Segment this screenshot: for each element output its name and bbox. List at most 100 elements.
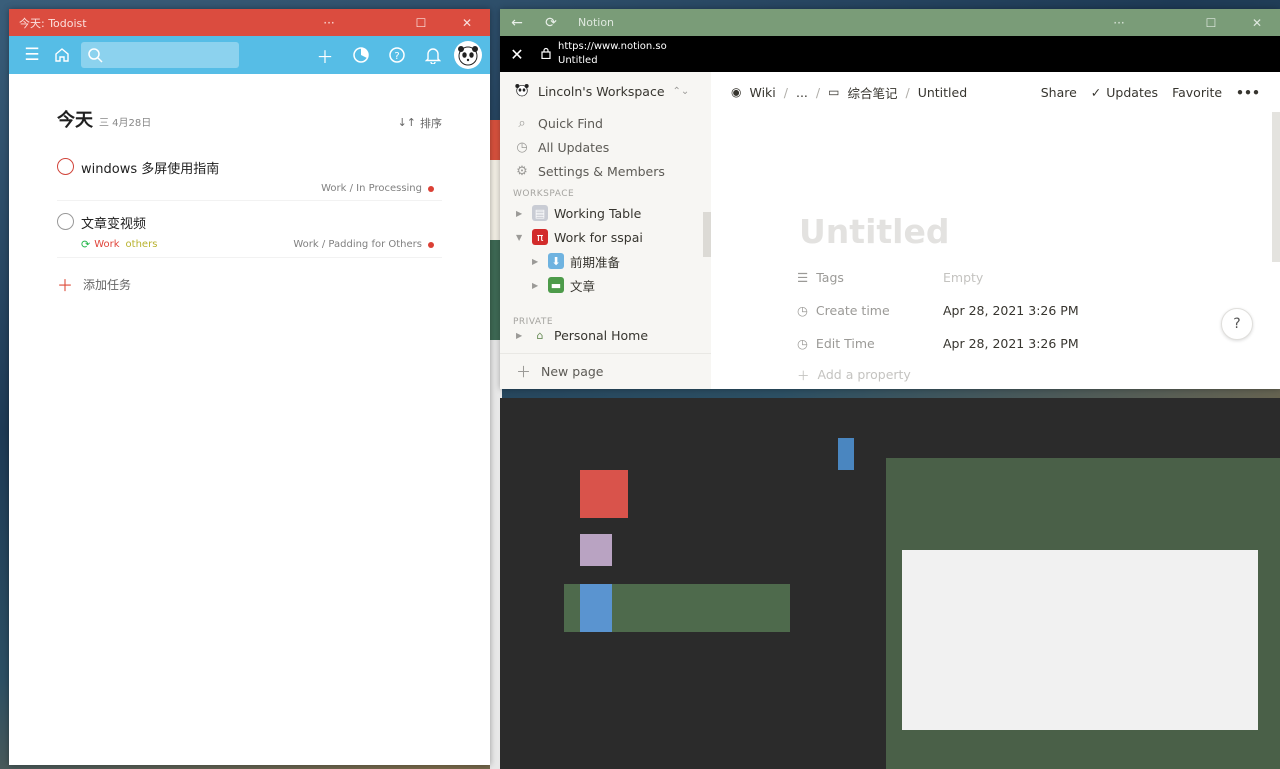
section-private: PRIVATE	[513, 317, 554, 327]
close-icon[interactable]: ✕	[500, 45, 534, 64]
task-item[interactable]: windows 多屏使用指南 Work / In Processing	[57, 146, 442, 201]
task-checkbox[interactable]	[57, 213, 74, 230]
task-item[interactable]: 文章变视频 ⟳ Work others Work / Padding for O…	[57, 201, 442, 258]
house-icon: ⌂	[536, 329, 544, 341]
more-options-button[interactable]: •••	[1236, 85, 1260, 100]
page-icon: ▤	[532, 205, 548, 221]
sidebar-action-label: All Updates	[538, 139, 610, 155]
maximize-button[interactable]: ☐	[398, 9, 444, 36]
task-project[interactable]: Work / Padding for Others	[293, 239, 442, 250]
back-arrow-icon[interactable]: ←	[500, 15, 534, 31]
task-project[interactable]: Work / In Processing	[321, 183, 442, 194]
task-label-work[interactable]: Work	[94, 239, 119, 250]
window-menu-button[interactable]: ···	[1096, 9, 1142, 36]
page-title[interactable]: Untitled	[799, 212, 1280, 251]
collapse-arrow-icon[interactable]: ▼	[516, 233, 526, 242]
sort-button[interactable]: ↓↑ 排序	[398, 115, 442, 131]
menu-icon[interactable]: ☰	[17, 40, 47, 70]
help-button[interactable]: ?	[1221, 308, 1253, 340]
add-task-button[interactable]: ＋ 添加任务	[57, 272, 442, 296]
breadcrumb-separator: /	[905, 84, 910, 100]
refresh-icon[interactable]: ⟳	[534, 15, 568, 31]
expand-arrow-icon[interactable]: ▶	[516, 331, 526, 340]
url-page-title: Untitled	[558, 55, 598, 66]
view-title: 今天	[57, 110, 93, 131]
quick-find-button[interactable]: ⌕ Quick Find	[500, 111, 711, 135]
help-icon[interactable]: ?	[382, 40, 412, 70]
blurred-window	[500, 398, 1280, 769]
property-name: Tags	[816, 270, 844, 285]
notifications-bell-icon[interactable]	[418, 40, 448, 70]
sidebar-page-work-for-sspai[interactable]: ▼ π Work for sspai	[500, 225, 711, 249]
sidebar-page-preparation[interactable]: ▶ ⬇ 前期准备	[500, 249, 711, 273]
inbox-tray-icon: ⬇	[548, 253, 564, 269]
home-icon[interactable]	[47, 40, 77, 70]
updates-button[interactable]: ✓ Updates	[1091, 85, 1158, 100]
wiki-icon: ◉	[731, 85, 742, 99]
search-input[interactable]	[81, 42, 239, 68]
breadcrumb-item[interactable]: 综合笔记	[847, 83, 897, 102]
add-property-button[interactable]: ＋ Add a property	[797, 360, 1280, 388]
blurred-accent	[580, 470, 628, 518]
minimize-button[interactable]	[1142, 9, 1188, 36]
expand-arrow-icon[interactable]: ▶	[516, 209, 526, 218]
notion-page: ◉ Wiki / ... / ▭ 综合笔记 / Untitled Share ✓…	[711, 72, 1280, 389]
expand-arrow-icon[interactable]: ▶	[532, 281, 542, 290]
sidebar-page-personal-home[interactable]: ▶ ⌂ Personal Home	[500, 329, 711, 341]
property-row[interactable]: ◷ Create time Apr 28, 2021 3:26 PM	[797, 294, 1280, 327]
notion-sidebar: Lincoln's Workspace ⌃⌄ ⌕ Quick Find ◷ Al…	[500, 72, 711, 389]
list-icon: ☰	[797, 270, 809, 285]
share-button[interactable]: Share	[1041, 85, 1077, 100]
task-checkbox[interactable]	[57, 158, 74, 175]
property-value[interactable]: Empty	[943, 270, 983, 285]
property-name: Create time	[815, 303, 890, 318]
task-meta: Work / In Processing	[81, 183, 442, 194]
project-color-dot	[428, 185, 434, 192]
gear-icon: ⚙	[516, 163, 528, 179]
all-updates-button[interactable]: ◷ All Updates	[500, 135, 711, 159]
close-button[interactable]: ✕	[444, 9, 490, 36]
maximize-button[interactable]: ☐	[1188, 9, 1234, 36]
project-path: Work / In Processing	[321, 183, 422, 194]
breadcrumb-item[interactable]: Wiki	[749, 85, 775, 100]
sidebar-scrollbar[interactable]	[703, 212, 711, 257]
workspace-switcher[interactable]: Lincoln's Workspace ⌃⌄	[500, 72, 711, 111]
updates-label: Updates	[1106, 84, 1159, 100]
page-label: 前期准备	[570, 254, 621, 270]
property-row[interactable]: ◷ Edit Time Apr 28, 2021 3:26 PM	[797, 327, 1280, 360]
url-bar: ✕ https://www.notion.so Untitled	[500, 36, 1280, 72]
window-title: 今天: Todoist	[19, 16, 87, 30]
sidebar-page-articles[interactable]: ▶ ▬ 文章	[500, 273, 711, 297]
plus-icon: ＋	[516, 363, 532, 381]
sspai-logo-icon: π	[532, 229, 548, 245]
new-page-button[interactable]: ＋ New page	[500, 353, 711, 389]
view-date: 三 4月28日	[99, 118, 152, 129]
notion-window: ← ⟳ Notion ··· ☐ ✕ ✕ https://www.notion.…	[500, 9, 1280, 389]
page-topbar: ◉ Wiki / ... / ▭ 综合笔记 / Untitled Share ✓…	[711, 72, 1280, 112]
recurring-icon: ⟳	[81, 238, 91, 251]
add-property-label: Add a property	[817, 366, 911, 382]
breadcrumb-item[interactable]: ...	[796, 85, 808, 100]
favorite-button[interactable]: Favorite	[1172, 85, 1222, 100]
breadcrumb-separator: /	[783, 84, 788, 100]
expand-arrow-icon[interactable]: ▶	[532, 257, 542, 266]
user-avatar[interactable]	[454, 41, 482, 69]
window-title: Notion	[578, 16, 615, 29]
task-label-others[interactable]: others	[126, 239, 158, 250]
add-task-icon[interactable]: ＋	[310, 40, 340, 70]
search-field[interactable]	[107, 47, 227, 63]
minimize-button[interactable]	[352, 9, 398, 36]
page-scrollbar[interactable]	[1272, 112, 1280, 262]
productivity-icon[interactable]	[346, 40, 376, 70]
blurred-accent	[838, 438, 854, 470]
sidebar-page-working-table[interactable]: ▶ ▤ Working Table	[500, 201, 711, 225]
breadcrumb-item[interactable]: Untitled	[918, 85, 967, 100]
window-menu-button[interactable]: ···	[306, 9, 352, 36]
todoist-main: 今天 三 4月28日 ↓↑ 排序 windows 多屏使用指南 Work / I…	[9, 74, 490, 296]
close-button[interactable]: ✕	[1234, 9, 1280, 36]
chevron-updown-icon: ⌃⌄	[672, 86, 690, 97]
lock-icon	[534, 47, 558, 62]
property-row[interactable]: ☰ Tags Empty	[797, 261, 1280, 294]
settings-button[interactable]: ⚙ Settings & Members	[500, 159, 711, 183]
clock-icon: ◷	[797, 303, 808, 318]
